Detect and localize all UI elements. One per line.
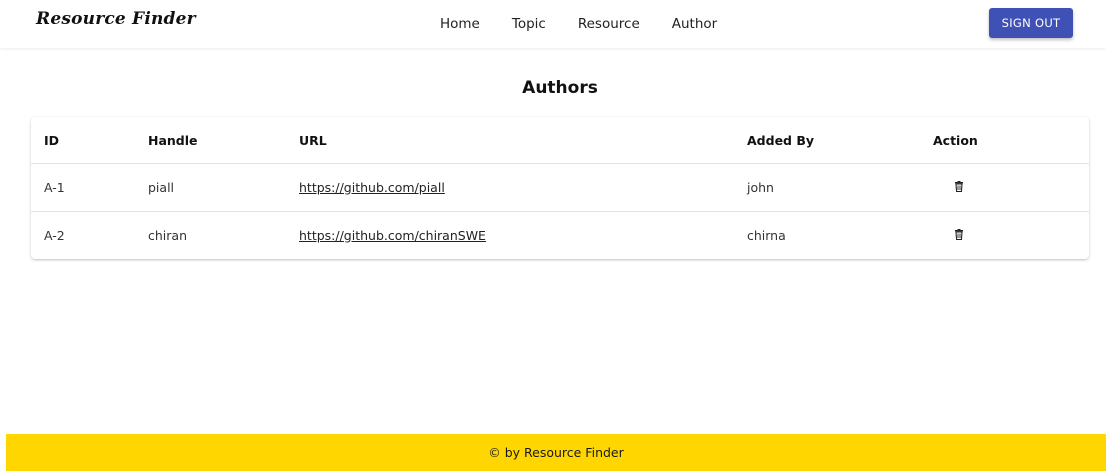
column-header-handle: Handle <box>148 117 299 164</box>
table-row: A-1 piall https://github.com/piall john <box>31 163 1089 212</box>
sign-out-button[interactable]: SIGN OUT <box>989 8 1073 38</box>
table-row: A-2 chiran https://github.com/chiranSWE … <box>31 212 1089 260</box>
cell-id: A-2 <box>44 228 65 243</box>
nav-link-home[interactable]: Home <box>440 14 480 34</box>
authors-table: ID Handle URL Added By Action A-1 piall … <box>31 117 1089 259</box>
cell-action <box>933 212 1089 260</box>
cell-handle: piall <box>148 163 299 212</box>
nav-link-topic[interactable]: Topic <box>512 14 546 34</box>
table-header-row: ID Handle URL Added By Action <box>31 117 1089 164</box>
column-header-url: URL <box>299 117 747 164</box>
column-header-added-by: Added By <box>747 117 933 164</box>
nav-link-resource[interactable]: Resource <box>578 14 640 34</box>
nav-link-author[interactable]: Author <box>672 14 717 34</box>
brand-logo[interactable]: Resource Finder <box>36 9 196 29</box>
cell-url: https://github.com/piall <box>299 163 747 212</box>
column-header-action: Action <box>933 117 1089 164</box>
column-header-id: ID <box>31 117 148 164</box>
footer: © by Resource Finder <box>6 434 1106 471</box>
cell-action <box>933 163 1089 212</box>
cell-id: A-1 <box>31 163 148 212</box>
nav-links: Home Topic Resource Author <box>440 14 749 34</box>
page-title: Authors <box>522 78 598 98</box>
authors-table-card: ID Handle URL Added By Action A-1 piall … <box>31 117 1089 259</box>
trash-icon[interactable] <box>954 228 964 243</box>
cell-url: https://github.com/chiranSWE <box>299 212 747 260</box>
top-navbar: Resource Finder Home Topic Resource Auth… <box>0 0 1106 48</box>
author-url-link[interactable]: https://github.com/chiranSWE <box>299 228 486 243</box>
author-url-link[interactable]: https://github.com/piall <box>299 180 445 195</box>
cell-handle: chiran <box>148 228 187 243</box>
trash-icon[interactable] <box>954 180 964 195</box>
cell-added-by: john <box>747 163 933 212</box>
cell-added-by: chirna <box>747 228 786 243</box>
